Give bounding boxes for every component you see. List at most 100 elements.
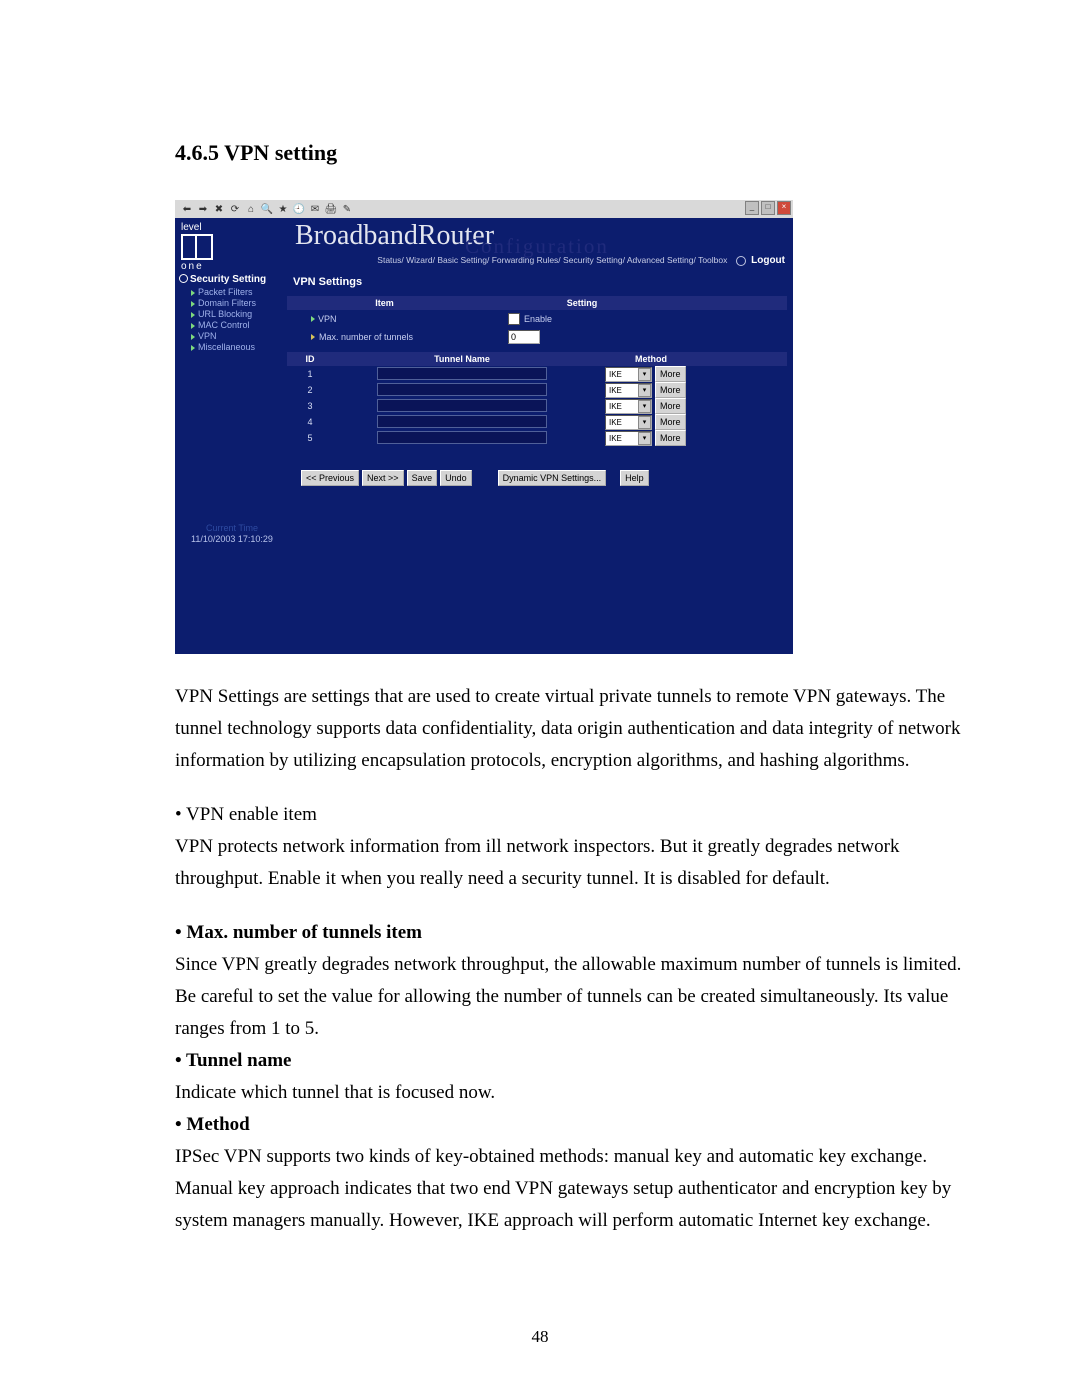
section-bullet-icon: [179, 274, 188, 283]
sidebar-section: Security Setting: [179, 274, 285, 285]
help-button[interactable]: Help: [620, 470, 649, 486]
minimize-icon[interactable]: _: [745, 201, 759, 215]
header-item: Item: [287, 298, 482, 308]
bullet-tunnel-name-title: • Tunnel name: [175, 1045, 980, 1077]
tunnel-row: 5 IKE▾ More: [287, 430, 787, 446]
tri-icon: [191, 312, 195, 318]
sidebar-item-mac-control[interactable]: MAC Control: [191, 320, 285, 331]
tunnel-name-input[interactable]: [377, 383, 547, 396]
history-icon[interactable]: 🕘: [293, 203, 305, 215]
bullet-tunnel-name-text: Indicate which tunnel that is focused no…: [175, 1077, 980, 1109]
button-row: << Previous Next >> Save Undo Dynamic VP…: [301, 470, 787, 486]
stop-icon[interactable]: ✖: [213, 203, 225, 215]
more-button[interactable]: More: [655, 382, 686, 398]
nav-logout[interactable]: Logout: [751, 255, 785, 266]
more-button[interactable]: More: [655, 398, 686, 414]
nav-advanced[interactable]: Advanced Setting/: [627, 255, 696, 265]
max-tunnels-label: Max. number of tunnels: [319, 332, 413, 342]
forward-icon[interactable]: ➡: [197, 203, 209, 215]
tunnel-row: 4 IKE▾ More: [287, 414, 787, 430]
sidebar-item-vpn[interactable]: VPN: [191, 331, 285, 342]
tunnel-id: 4: [287, 417, 333, 427]
header-method: Method: [591, 354, 711, 364]
sidebar-item-miscellaneous[interactable]: Miscellaneous: [191, 342, 285, 353]
tri-icon: [191, 301, 195, 307]
panel-title: VPN Settings: [293, 276, 787, 288]
tunnel-header: ID Tunnel Name Method: [287, 352, 787, 366]
header-setting: Setting: [482, 298, 682, 308]
vpn-label: VPN: [318, 314, 337, 324]
bullet-method-title: • Method: [175, 1109, 980, 1141]
more-button[interactable]: More: [655, 430, 686, 446]
paragraph-intro: VPN Settings are settings that are used …: [175, 681, 980, 777]
chevron-down-icon: ▾: [638, 416, 651, 429]
tunnel-id: 1: [287, 369, 333, 379]
tri-icon: [191, 345, 195, 351]
tunnel-name-input[interactable]: [377, 415, 547, 428]
undo-button[interactable]: Undo: [440, 470, 472, 486]
edit-icon[interactable]: ✎: [341, 203, 353, 215]
vpn-enable-checkbox[interactable]: [508, 313, 520, 325]
print-icon[interactable]: 🖨: [325, 203, 337, 215]
vpn-enable-row: VPN Enable: [287, 310, 787, 328]
top-nav: Status/ Wizard/ Basic Setting/ Forwardin…: [377, 255, 785, 266]
brand-logo: level one: [181, 222, 271, 272]
document-body: VPN Settings are settings that are used …: [175, 681, 980, 1237]
router-screenshot: ⬅ ➡ ✖ ⟳ ⌂ 🔍 ★ 🕘 ✉ 🖨 ✎ _ □ × level: [175, 200, 793, 654]
nav-wizard[interactable]: Wizard/: [406, 255, 435, 265]
tunnel-name-input[interactable]: [377, 367, 547, 380]
dynamic-vpn-button[interactable]: Dynamic VPN Settings...: [498, 470, 607, 486]
tunnel-name-input[interactable]: [377, 431, 547, 444]
chevron-down-icon: ▾: [638, 400, 651, 413]
max-tunnels-input[interactable]: 0: [508, 330, 540, 344]
method-select[interactable]: IKE▾: [605, 383, 652, 398]
back-icon[interactable]: ⬅: [181, 203, 193, 215]
sidebar-item-packet-filters[interactable]: Packet Filters: [191, 287, 285, 298]
more-button[interactable]: More: [655, 414, 686, 430]
logo-text-line2: one: [181, 261, 271, 272]
tunnel-row: 1 IKE▾ More: [287, 366, 787, 382]
current-time-label: Current Time: [179, 523, 285, 534]
max-tunnels-row: Max. number of tunnels 0: [287, 328, 787, 346]
favorites-icon[interactable]: ★: [277, 203, 289, 215]
method-select[interactable]: IKE▾: [605, 431, 652, 446]
nav-basic[interactable]: Basic Setting/: [437, 255, 489, 265]
method-select[interactable]: IKE▾: [605, 399, 652, 414]
mail-icon[interactable]: ✉: [309, 203, 321, 215]
more-button[interactable]: More: [655, 366, 686, 382]
method-select[interactable]: IKE▾: [605, 367, 652, 382]
chevron-down-icon: ▾: [638, 432, 651, 445]
save-button[interactable]: Save: [407, 470, 438, 486]
nav-security[interactable]: Security Setting/: [563, 255, 625, 265]
nav-status[interactable]: Status/: [377, 255, 403, 265]
search-icon[interactable]: 🔍: [261, 203, 273, 215]
chevron-down-icon: ▾: [638, 368, 651, 381]
method-select[interactable]: IKE▾: [605, 415, 652, 430]
tunnel-id: 5: [287, 433, 333, 443]
tri-icon: [191, 290, 195, 296]
logout-icon[interactable]: [736, 256, 746, 266]
tunnel-name-input[interactable]: [377, 399, 547, 412]
nav-toolbox[interactable]: Toolbox: [698, 255, 727, 265]
browser-toolbar: ⬅ ➡ ✖ ⟳ ⌂ 🔍 ★ 🕘 ✉ 🖨 ✎ _ □ ×: [175, 200, 793, 218]
current-time-value: 11/10/2003 17:10:29: [179, 534, 285, 544]
tunnel-id: 3: [287, 401, 333, 411]
maximize-icon[interactable]: □: [761, 201, 775, 215]
header-id: ID: [287, 354, 333, 364]
logo-text-line1: level: [181, 222, 271, 233]
close-icon[interactable]: ×: [777, 201, 791, 215]
sidebar: Security Setting Packet Filters Domain F…: [179, 274, 285, 544]
tunnel-row: 2 IKE▾ More: [287, 382, 787, 398]
refresh-icon[interactable]: ⟳: [229, 203, 241, 215]
section-heading: 4.6.5 VPN setting: [175, 140, 980, 166]
enable-label: Enable: [524, 314, 552, 324]
bullet-max-tunnels-text: Since VPN greatly degrades network throu…: [175, 949, 980, 1045]
home-icon[interactable]: ⌂: [245, 203, 257, 215]
nav-forwarding[interactable]: Forwarding Rules/: [492, 255, 561, 265]
header-tunnel-name: Tunnel Name: [333, 354, 591, 364]
bullet-max-tunnels-title: • Max. number of tunnels item: [175, 917, 980, 949]
previous-button[interactable]: << Previous: [301, 470, 359, 486]
sidebar-item-url-blocking[interactable]: URL Blocking: [191, 309, 285, 320]
next-button[interactable]: Next >>: [362, 470, 404, 486]
sidebar-item-domain-filters[interactable]: Domain Filters: [191, 298, 285, 309]
